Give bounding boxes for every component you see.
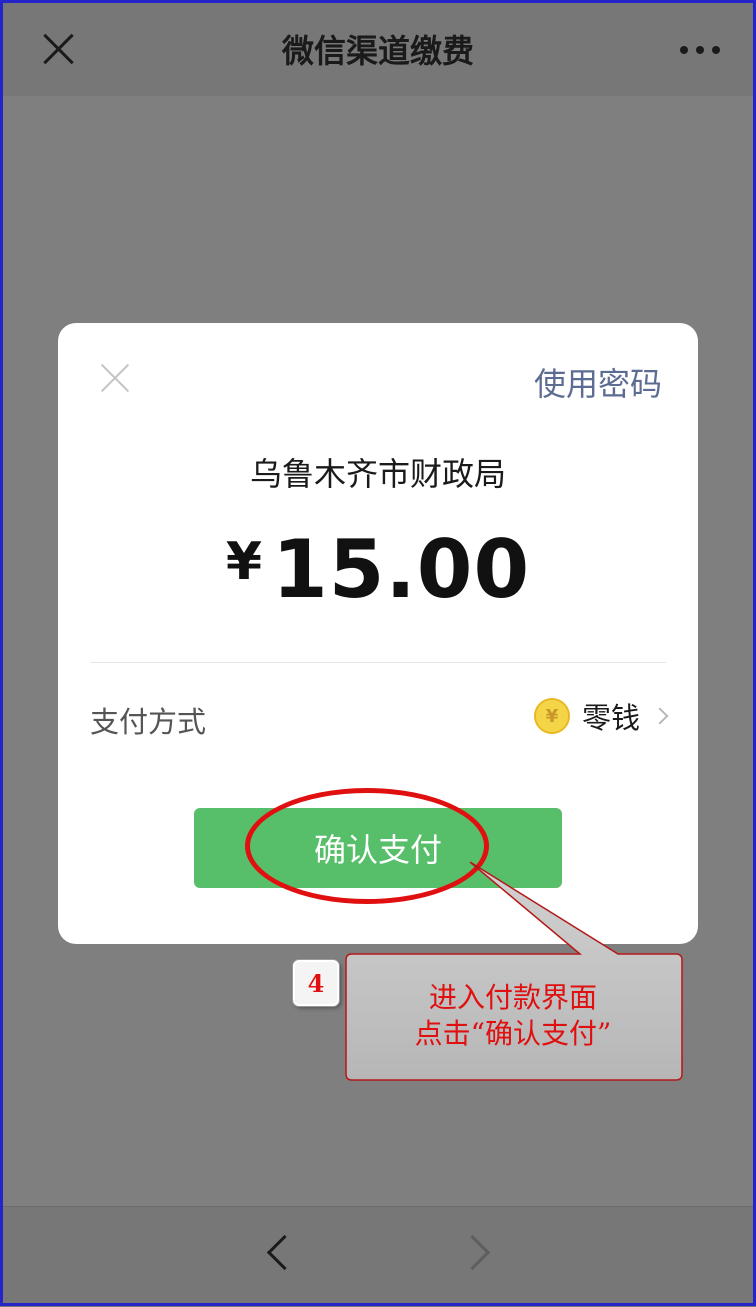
amount-value: 15.00 [272, 523, 531, 616]
more-dot [712, 46, 720, 54]
chevron-right-icon [651, 707, 669, 725]
bottom-nav-bar [0, 1206, 756, 1307]
top-bar: 微信渠道缴费 [0, 0, 756, 96]
payment-method-value: 零钱 [581, 701, 640, 735]
more-icon[interactable] [680, 46, 720, 54]
back-chevron-icon[interactable] [266, 1234, 303, 1271]
use-password-link[interactable]: 使用密码 [534, 359, 662, 405]
highlight-ellipse [245, 788, 489, 904]
callout-text: 进入付款界面 点击“确认支付” [346, 980, 680, 1052]
forward-chevron-icon[interactable] [454, 1234, 491, 1271]
payment-amount: ¥15.00 [58, 523, 698, 616]
coin-icon: ¥ [533, 698, 570, 734]
payment-method-label: 支付方式 [90, 705, 207, 739]
payee-name: 乌鲁木齐市财政局 [249, 455, 506, 493]
callout-line-1: 进入付款界面 [428, 981, 597, 1014]
payment-method-selector[interactable]: ¥ 零钱 [533, 695, 669, 737]
more-dot [696, 46, 704, 54]
page-title: 微信渠道缴费 [281, 32, 474, 70]
step-badge: 4 [293, 960, 339, 1006]
currency-symbol: ¥ [225, 532, 263, 592]
more-dot [680, 46, 688, 54]
callout-line-2: 点击“确认支付” [414, 1017, 612, 1050]
divider [90, 662, 666, 663]
dialog-close-icon[interactable] [100, 363, 130, 393]
